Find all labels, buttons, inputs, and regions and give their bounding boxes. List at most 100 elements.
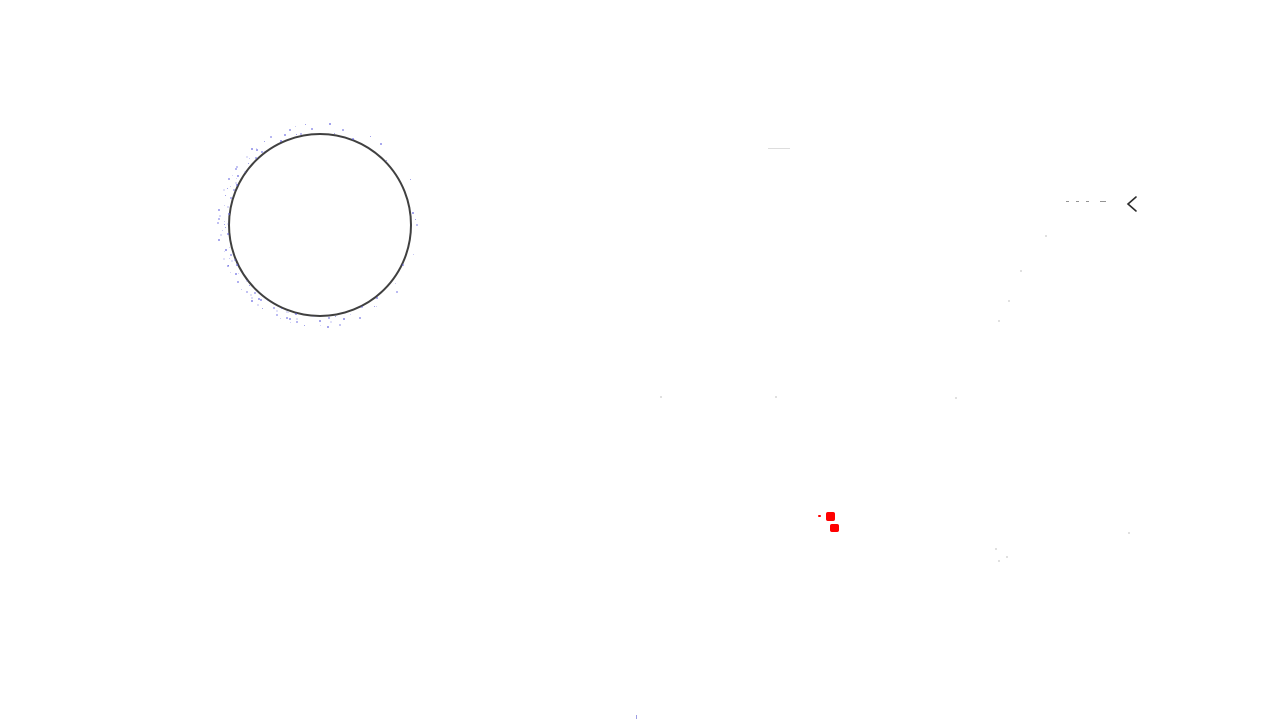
halo-speckle <box>235 168 237 170</box>
halo-speckle <box>232 175 233 176</box>
halo-speckle <box>380 143 382 145</box>
halo-speckle <box>227 206 229 208</box>
halo-speckle <box>280 318 281 319</box>
halo-speckle <box>236 178 237 179</box>
faint-line <box>768 148 790 149</box>
halo-speckle <box>224 221 225 222</box>
halo-speckle <box>327 326 329 328</box>
halo-speckle <box>261 151 263 153</box>
halo-speckle <box>227 233 229 235</box>
halo-speckle <box>218 209 220 211</box>
halo-speckle <box>296 321 298 323</box>
faint-dot <box>1006 556 1008 558</box>
halo-speckle <box>224 251 225 252</box>
halo-speckle <box>228 178 230 180</box>
halo-speckle <box>396 291 398 293</box>
caret-dash <box>1100 201 1106 202</box>
halo-speckle <box>313 316 314 317</box>
faint-dot <box>955 397 957 399</box>
drawing-canvas[interactable]: circle-outline <box>0 0 1280 720</box>
halo-speckle <box>395 283 396 284</box>
faint-dot <box>775 396 777 398</box>
halo-speckle <box>230 254 232 256</box>
halo-speckle <box>319 320 321 322</box>
red-blob <box>818 515 821 517</box>
halo-speckle <box>246 156 248 158</box>
halo-speckle <box>359 317 361 319</box>
red-blob <box>830 524 839 532</box>
halo-speckle <box>296 318 298 320</box>
halo-speckle <box>267 300 268 301</box>
faint-dot <box>995 548 997 550</box>
canvas-label: circle-outline <box>0 0 1 1</box>
halo-speckle <box>350 314 351 315</box>
faint-dot <box>998 320 1000 322</box>
caret-dash <box>1086 201 1089 202</box>
halo-speckle <box>246 291 248 293</box>
halo-speckle <box>236 264 238 266</box>
halo-speckle <box>342 129 344 131</box>
halo-speckle <box>233 189 235 191</box>
halo-speckle <box>229 258 230 259</box>
halo-speckle <box>249 285 250 286</box>
halo-speckle <box>260 299 262 301</box>
halo-speckle <box>218 218 220 220</box>
halo-speckle <box>248 163 249 164</box>
halo-speckle <box>244 171 246 173</box>
faint-dot <box>660 396 662 398</box>
halo-speckle <box>415 219 416 220</box>
halo-speckle <box>256 149 258 151</box>
halo-speckle <box>304 325 305 326</box>
faint-dot <box>998 560 1000 562</box>
halo-speckle <box>249 158 250 159</box>
halo-speckle <box>284 134 286 136</box>
halo-speckle <box>276 314 278 316</box>
halo-speckle <box>276 310 278 312</box>
faint-dot <box>1045 235 1047 237</box>
halo-speckle <box>328 317 330 319</box>
halo-speckle <box>402 264 404 266</box>
halo-speckle <box>376 297 378 299</box>
bottom-tick <box>636 715 637 719</box>
halo-speckle <box>343 318 345 320</box>
halo-speckle <box>264 151 265 152</box>
halo-speckle <box>235 273 237 275</box>
caret-icon <box>1122 195 1140 213</box>
halo-speckle <box>236 166 238 168</box>
halo-speckle <box>217 222 219 224</box>
halo-speckle <box>281 308 282 309</box>
halo-speckle <box>286 317 288 319</box>
caret-dash <box>1066 201 1069 202</box>
halo-speckle <box>220 234 222 236</box>
halo-speckle <box>330 321 332 323</box>
faint-dot <box>1128 532 1130 534</box>
red-blob <box>826 512 835 521</box>
halo-speckle <box>289 129 291 131</box>
halo-speckle <box>227 223 229 225</box>
halo-speckle <box>320 325 321 326</box>
halo-speckle <box>234 259 236 261</box>
halo-speckle <box>227 188 228 189</box>
halo-speckle <box>218 239 220 241</box>
faint-dot <box>1020 270 1022 272</box>
halo-speckle <box>295 126 296 127</box>
halo-speckle <box>251 297 253 299</box>
halo-speckle <box>410 179 411 180</box>
halo-speckle <box>295 313 297 315</box>
halo-speckle <box>230 272 231 273</box>
halo-speckle <box>223 189 225 191</box>
halo-speckle <box>222 230 223 231</box>
halo-speckle <box>339 324 341 326</box>
halo-speckle <box>250 294 252 296</box>
halo-speckle <box>238 273 239 274</box>
halo-speckle <box>251 300 253 302</box>
halo-speckle <box>335 316 336 317</box>
halo-speckle <box>311 128 313 130</box>
halo-speckle <box>225 195 226 196</box>
halo-speckle <box>361 306 363 308</box>
halo-speckle <box>237 281 239 283</box>
halo-speckle <box>300 133 302 135</box>
halo-speckle <box>412 212 414 214</box>
halo-speckle <box>251 148 253 150</box>
halo-speckle <box>241 289 242 290</box>
